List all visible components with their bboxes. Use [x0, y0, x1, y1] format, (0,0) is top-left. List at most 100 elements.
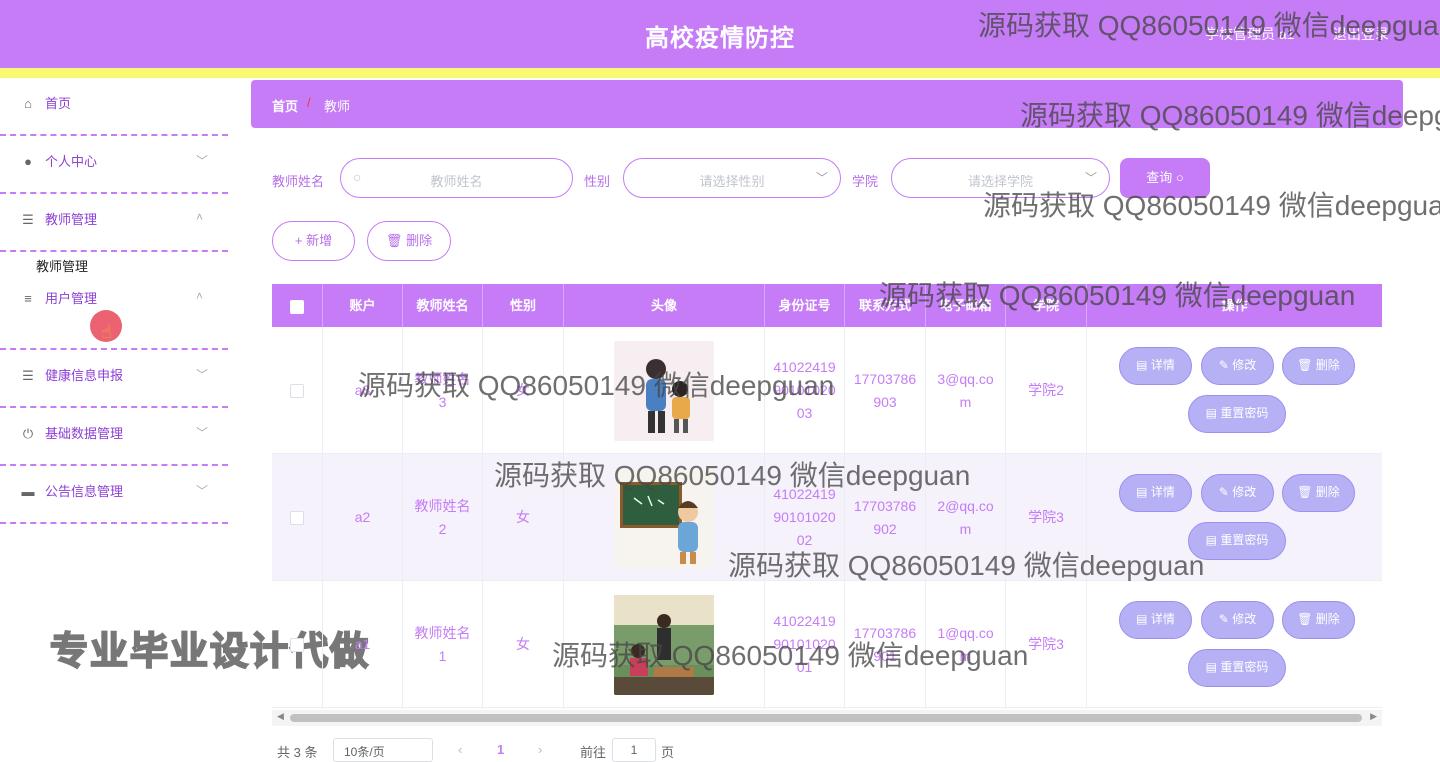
th-phone: 联系方式 — [845, 284, 926, 327]
chevron-down-icon: ﹀ — [196, 368, 209, 382]
cell-account: a1 — [323, 581, 403, 708]
cell-gender: 女 — [483, 327, 564, 454]
college-select[interactable]: 请选择学院 ﹀ — [891, 158, 1110, 198]
edit-label: 修改 — [1232, 612, 1257, 626]
teacher-name-label: 教师姓名 — [272, 174, 325, 189]
teacher-name-placeholder: 教师姓名 — [430, 174, 483, 189]
query-button[interactable]: 查询 ○ — [1120, 158, 1210, 198]
delete-button[interactable]: 🗑 删除 — [1282, 601, 1355, 639]
cell-name: 教师姓名3 — [403, 327, 483, 454]
cell-gender: 女 — [483, 581, 564, 708]
chevron-down-icon: ﹀ — [196, 426, 209, 440]
chevron-down-icon: ﹀ — [196, 154, 209, 168]
cell-email: 1@qq.com — [926, 581, 1006, 708]
list-icon: ☰ — [22, 212, 34, 227]
next-page-icon[interactable]: › — [538, 742, 542, 757]
cell-avatar — [564, 454, 765, 581]
avatar-image[interactable] — [614, 340, 714, 441]
teacher-name-input[interactable]: ○ 教师姓名 — [340, 158, 573, 198]
edit-button[interactable]: ✎ 修改 — [1201, 347, 1274, 385]
sliders-icon: ≡ — [24, 291, 32, 306]
th-gender: 性别 — [483, 284, 564, 327]
cell-avatar — [564, 327, 765, 454]
chevron-down-icon: ﹀ — [815, 171, 828, 185]
scroll-left-icon[interactable]: ◀ — [277, 711, 284, 722]
edit-button[interactable]: ✎ 修改 — [1201, 474, 1274, 512]
detail-label: 详情 — [1150, 358, 1175, 372]
page-size-select[interactable]: 10条/页 — [333, 738, 433, 762]
reset-password-label: 重置密码 — [1220, 533, 1269, 547]
detail-label: 详情 — [1150, 612, 1175, 626]
row-checkbox-cell — [272, 581, 323, 708]
detail-button[interactable]: ▤ 详情 — [1119, 347, 1192, 385]
sidebar-item-label: 个人中心 — [45, 154, 98, 169]
page-number-current[interactable]: 1 — [497, 742, 504, 757]
th-account: 账户 — [323, 284, 403, 327]
query-label: 查询 — [1146, 170, 1173, 185]
cell-college: 学院2 — [1006, 327, 1087, 454]
cell-avatar — [564, 581, 765, 708]
detail-button[interactable]: ▤ 详情 — [1119, 474, 1192, 512]
batch-delete-label: 删除 — [406, 233, 433, 248]
gender-select[interactable]: 请选择性别 ﹀ — [623, 158, 841, 198]
reset-password-button[interactable]: ▤ 重置密码 — [1188, 395, 1286, 433]
breadcrumb: 首页 / 教师 — [251, 80, 1403, 128]
search-icon: ○ — [1175, 170, 1184, 185]
sidebar-item-personal[interactable]: ● 个人中心 ﹀ — [0, 136, 228, 194]
home-icon: ⌂ — [24, 96, 32, 111]
delete-button[interactable]: 🗑 删除 — [1282, 347, 1355, 385]
header-accent-line — [0, 68, 1440, 78]
avatar-image[interactable] — [614, 467, 714, 568]
row-checkbox[interactable] — [290, 510, 304, 525]
th-name: 教师姓名 — [403, 284, 483, 327]
scroll-right-icon[interactable]: ▶ — [1370, 711, 1377, 722]
reset-password-label: 重置密码 — [1220, 660, 1269, 674]
detail-button[interactable]: ▤ 详情 — [1119, 601, 1192, 639]
select-all-checkbox[interactable] — [290, 299, 304, 314]
cell-college: 学院3 — [1006, 454, 1087, 581]
trash-icon: 🗑 — [385, 233, 403, 248]
horizontal-scrollbar[interactable]: ◀ ▶ — [272, 710, 1382, 726]
row-checkbox[interactable] — [290, 383, 304, 398]
scrollbar-thumb[interactable] — [290, 714, 1362, 722]
gender-placeholder: 请选择性别 — [699, 174, 765, 189]
college-placeholder: 请选择学院 — [967, 174, 1033, 189]
sidebar-item-label: 首页 — [45, 96, 72, 111]
table-row: a1 教师姓名1 女 410224199010102001 1770378690… — [272, 581, 1382, 708]
delete-label: 删除 — [1315, 358, 1340, 372]
edit-button[interactable]: ✎ 修改 — [1201, 601, 1274, 639]
table-row: a3 教师姓名3 女 410224199010102003 1770378690… — [272, 327, 1382, 454]
select-all-cell[interactable] — [272, 284, 323, 327]
reset-password-button[interactable]: ▤ 重置密码 — [1188, 649, 1286, 687]
goto-page-value: 1 — [630, 743, 638, 757]
sidebar-item-health[interactable]: ☰ 健康信息申报 ﹀ — [0, 350, 228, 408]
sidebar-item-basic-data[interactable]: ⏻ 基础数据管理 ﹀ — [0, 408, 228, 466]
cell-account: a3 — [323, 327, 403, 454]
row-checkbox[interactable] — [290, 637, 304, 652]
cell-name: 教师姓名1 — [403, 581, 483, 708]
sidebar-item-home[interactable]: ⌂ 首页 — [0, 78, 228, 136]
logout-link[interactable]: 退出登录 — [1333, 24, 1389, 44]
prev-page-icon[interactable]: ‹ — [458, 742, 462, 757]
reset-password-label: 重置密码 — [1220, 406, 1269, 420]
th-email: 电子邮箱 — [926, 284, 1006, 327]
chevron-up-icon: ˄ — [196, 289, 204, 303]
college-label: 学院 — [852, 174, 879, 189]
sidebar-item-label: 用户管理 — [45, 291, 98, 306]
chevron-down-icon: ﹀ — [196, 484, 209, 498]
delete-label: 删除 — [1315, 485, 1340, 499]
sidebar-item-teachers[interactable]: ☰ 教师管理 ˄ — [0, 194, 228, 252]
page-size-value: 10条/页 — [344, 745, 385, 759]
sidebar-item-notices[interactable]: ▬ 公告信息管理 ﹀ — [0, 466, 228, 524]
current-user: 学校管理员 a1 — [1205, 26, 1295, 42]
breadcrumb-home[interactable]: 首页 — [272, 96, 298, 115]
batch-delete-button[interactable]: 🗑 删除 — [367, 221, 451, 261]
add-button[interactable]: + 新增 — [272, 221, 355, 261]
th-college: 学院 — [1006, 284, 1087, 327]
row-checkbox-cell — [272, 454, 323, 581]
delete-button[interactable]: 🗑 删除 — [1282, 474, 1355, 512]
avatar-image[interactable] — [614, 594, 714, 695]
goto-page-input[interactable]: 1 — [612, 738, 656, 762]
reset-password-button[interactable]: ▤ 重置密码 — [1188, 522, 1286, 560]
sidebar-item-label: 健康信息申报 — [45, 368, 124, 383]
